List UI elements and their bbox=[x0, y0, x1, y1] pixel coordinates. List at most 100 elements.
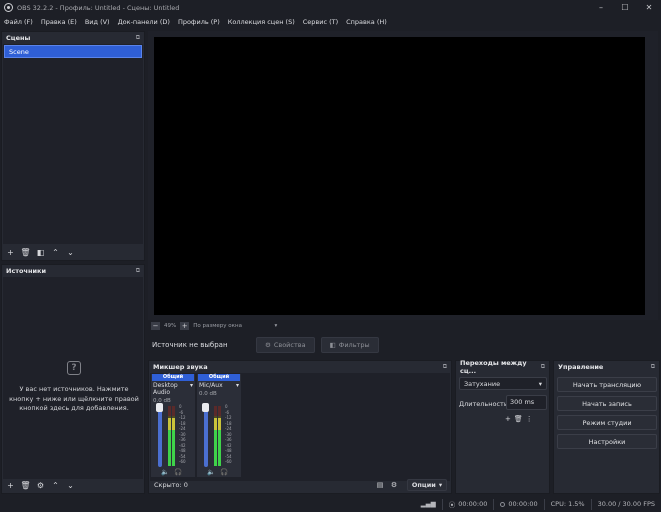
dock-float-icon[interactable]: ⧉ bbox=[651, 363, 655, 371]
options-label: Опции bbox=[411, 481, 436, 489]
meter-level-peak bbox=[218, 418, 221, 430]
menu-file[interactable]: Файл (F) bbox=[0, 18, 37, 26]
menu-scene-collection[interactable]: Коллекция сцен (S) bbox=[224, 18, 299, 26]
transitions-dock: Переходы между сц... ⧉ Затухание ▾ Длите… bbox=[455, 358, 550, 494]
meter-level-peak bbox=[168, 418, 171, 430]
zoom-in-button[interactable]: + bbox=[180, 322, 190, 330]
mixer-channel: Общий Mic/Aux ▾ 0.0 dB 0 -6 -12 -18 -24 -30 -3… bbox=[197, 374, 241, 477]
filters-button[interactable]: ◧ Фильтры bbox=[320, 337, 379, 353]
filter-icon: ◧ bbox=[329, 341, 336, 349]
start-recording-button[interactable]: Начать запись bbox=[557, 396, 657, 411]
channel-name-select[interactable]: Mic/Aux ▾ bbox=[197, 382, 241, 389]
minimize-button[interactable]: – bbox=[589, 0, 613, 15]
question-mark-icon: ? bbox=[67, 361, 81, 375]
options-button[interactable]: Опции ▾ bbox=[407, 479, 447, 491]
status-bar: ▂▄▆ ⦿ 00:00:00 00:00:00 CPU: 1.5% 30.00 … bbox=[0, 496, 661, 512]
meter-level bbox=[168, 430, 171, 466]
remove-source-icon[interactable]: 🗑 bbox=[19, 479, 32, 491]
hidden-count: Скрыто: 0 bbox=[154, 481, 188, 489]
menu-view[interactable]: Вид (V) bbox=[81, 18, 114, 26]
move-up-icon[interactable]: ⌃ bbox=[49, 246, 62, 258]
filters-label: Фильтры bbox=[338, 341, 370, 349]
sources-list[interactable]: ? У вас нет источников. Нажмите кнопку +… bbox=[3, 277, 143, 479]
duration-value: 300 ms bbox=[510, 398, 535, 406]
meter-scale: 0 -6 -12 -18 -24 -30 -36 -42 -48 -54 -60 bbox=[179, 404, 193, 465]
scene-filters-icon[interactable]: ◧ bbox=[34, 246, 47, 258]
speaker-icon[interactable]: 🔈 bbox=[161, 468, 169, 476]
preview-canvas[interactable] bbox=[154, 37, 645, 315]
duration-label: Длительность bbox=[459, 400, 508, 408]
zoom-level: 49% bbox=[164, 323, 177, 329]
move-down-icon[interactable]: ⌄ bbox=[64, 479, 77, 491]
move-down-icon[interactable]: ⌄ bbox=[64, 246, 77, 258]
transition-select[interactable]: Затухание ▾ bbox=[459, 377, 547, 390]
volume-slider-track[interactable] bbox=[158, 405, 162, 467]
remove-scene-icon[interactable]: 🗑 bbox=[19, 246, 32, 258]
maximize-button[interactable]: ☐ bbox=[613, 0, 637, 15]
scene-item[interactable]: Scene bbox=[4, 45, 142, 58]
transition-value: Затухание bbox=[464, 379, 501, 388]
close-button[interactable]: ✕ bbox=[637, 0, 661, 15]
advanced-audio-gear-icon[interactable]: ⚙ bbox=[387, 481, 401, 489]
cpu-status: CPU: 1.5% bbox=[545, 500, 591, 508]
gear-icon: ⚙ bbox=[265, 341, 271, 349]
properties-button[interactable]: ⚙ Свойства bbox=[256, 337, 315, 353]
studio-mode-button[interactable]: Режим студии bbox=[557, 415, 657, 430]
no-source-label: Источник не выбран bbox=[152, 341, 228, 349]
volume-slider-track[interactable] bbox=[204, 405, 208, 467]
menu-profile[interactable]: Профиль (P) bbox=[174, 18, 224, 26]
meter-level bbox=[172, 430, 175, 466]
record-status-icon bbox=[500, 501, 506, 507]
channel-tag: Общий bbox=[152, 374, 194, 381]
meter-level-peak bbox=[214, 418, 217, 430]
dock-float-icon[interactable]: ⧉ bbox=[443, 363, 447, 371]
move-up-icon[interactable]: ⌃ bbox=[49, 479, 62, 491]
mixer-header: Микшер звука ⧉ bbox=[149, 361, 451, 372]
mixer-title: Микшер звука bbox=[153, 362, 208, 371]
headphones-icon[interactable]: 🎧 bbox=[174, 468, 182, 476]
chevron-down-icon: ▾ bbox=[189, 382, 193, 389]
channel-name: Desktop Audio bbox=[153, 382, 178, 396]
volume-slider-handle[interactable] bbox=[202, 403, 209, 412]
menu-edit[interactable]: Правка (E) bbox=[37, 18, 81, 26]
transitions-title: Переходы между сц... bbox=[460, 358, 527, 375]
add-transition-icon[interactable]: + bbox=[505, 415, 511, 423]
add-source-icon[interactable]: + bbox=[4, 479, 17, 491]
meter-level bbox=[214, 430, 217, 466]
speaker-icon[interactable]: 🔈 bbox=[207, 468, 215, 476]
volume-slider-handle[interactable] bbox=[156, 403, 163, 412]
duration-spinbox[interactable]: 300 ms bbox=[506, 395, 547, 410]
menu-help[interactable]: Справка (H) bbox=[342, 18, 391, 26]
menu-tools[interactable]: Сервис (T) bbox=[299, 18, 342, 26]
add-scene-icon[interactable]: + bbox=[4, 246, 17, 258]
meter-zone bbox=[218, 406, 221, 417]
stream-status-icon: ⦿ bbox=[448, 501, 456, 509]
settings-button[interactable]: Настройки bbox=[557, 434, 657, 449]
fps-value: 30.00 / 30.00 FPS bbox=[597, 500, 655, 508]
scenes-header: Сцены ⧉ bbox=[2, 32, 144, 43]
source-properties-gear-icon[interactable]: ⚙ bbox=[34, 479, 47, 491]
scenes-list[interactable]: Scene bbox=[3, 44, 143, 244]
obs-logo-icon bbox=[4, 3, 13, 12]
meter-zone bbox=[172, 406, 175, 417]
zoom-out-button[interactable]: − bbox=[151, 322, 160, 330]
remove-transition-icon[interactable]: 🗑 bbox=[514, 415, 523, 423]
controls-header: Управление ⧉ bbox=[554, 361, 659, 372]
menu-docks[interactable]: Док-панели (D) bbox=[114, 18, 174, 26]
title-bar: OBS 32.2.2 - Профиль: Untitled - Сцены: … bbox=[0, 0, 661, 15]
transition-more-icon[interactable]: ⋮ bbox=[526, 415, 533, 423]
dock-float-icon[interactable]: ⧉ bbox=[136, 267, 140, 275]
dock-float-icon[interactable]: ⧉ bbox=[541, 363, 545, 371]
dock-float-icon[interactable]: ⧉ bbox=[136, 34, 140, 42]
start-streaming-button[interactable]: Начать трансляцию bbox=[557, 377, 657, 392]
channel-name: Mic/Aux bbox=[199, 382, 223, 389]
headphones-icon[interactable]: 🎧 bbox=[220, 468, 228, 476]
chevron-down-icon: ▾ bbox=[274, 323, 278, 329]
controls-dock: Управление ⧉ Начать трансляцию Начать за… bbox=[553, 360, 660, 494]
mixer-layout-icon[interactable]: ▤ bbox=[373, 481, 387, 489]
mixer-body: Общий Desktop Audio ▾ 0.0 dB 0 -6 -12 -18 -2… bbox=[150, 373, 450, 481]
mixer-channel: Общий Desktop Audio ▾ 0.0 dB 0 -6 -12 -18 -2… bbox=[151, 374, 195, 477]
source-toolbar: Источник не выбран ⚙ Свойства ◧ Фильтры bbox=[148, 334, 658, 356]
channel-name-select[interactable]: Desktop Audio ▾ bbox=[151, 382, 195, 396]
scale-mode-select[interactable]: По размеру окна ▾ bbox=[193, 323, 277, 329]
